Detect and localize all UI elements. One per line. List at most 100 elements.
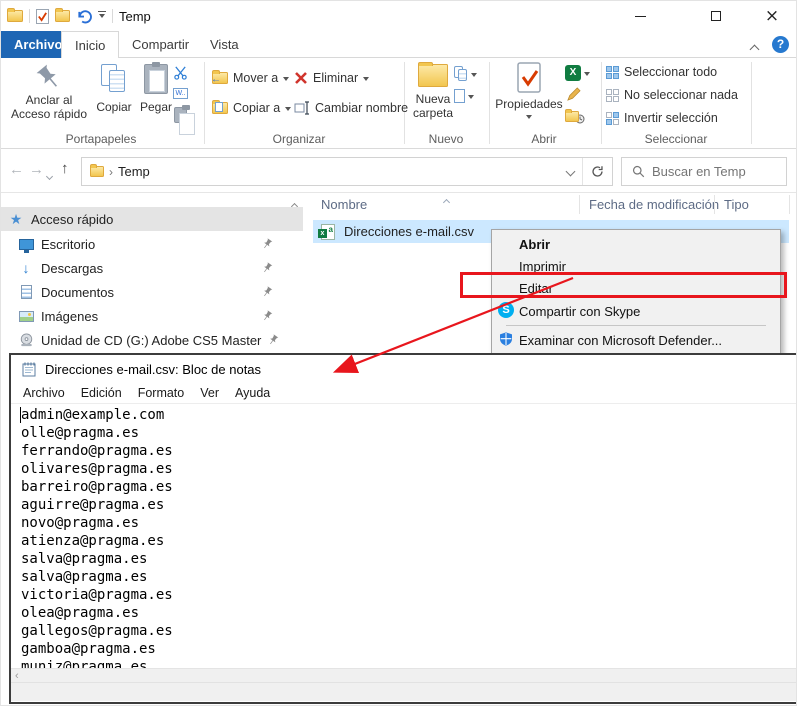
- navigation-pane: ★ Acceso rápido Escritorio ↓ Descargas D…: [1, 193, 304, 353]
- search-input[interactable]: [652, 164, 772, 179]
- scroll-left-icon[interactable]: ‹: [15, 670, 19, 682]
- new-folder-qat-icon[interactable]: [55, 10, 70, 22]
- excel-icon: [565, 65, 581, 81]
- refresh-button[interactable]: [582, 158, 612, 185]
- notepad-title: Direcciones e-mail.csv: Bloc de notas: [45, 362, 261, 377]
- csv-file-icon: [321, 224, 335, 240]
- notepad-menu-archivo[interactable]: Archivo: [15, 386, 73, 400]
- paste-shortcut-button[interactable]: [174, 107, 187, 123]
- paste-button[interactable]: Pegar: [135, 64, 177, 114]
- select-none-button[interactable]: No seleccionar nada: [606, 88, 738, 102]
- new-folder-icon: [418, 64, 448, 87]
- pin-icon[interactable]: [259, 308, 276, 325]
- breadcrumb-separator: ›: [109, 165, 113, 179]
- notepad-menu-ver[interactable]: Ver: [192, 386, 227, 400]
- breadcrumb-path[interactable]: Temp: [118, 164, 150, 179]
- new-folder-button[interactable]: Nueva carpeta: [408, 64, 458, 120]
- menu-item-compartir-skype[interactable]: Compartir con Skype: [492, 299, 780, 323]
- address-bar[interactable]: › Temp: [81, 157, 613, 186]
- delete-button[interactable]: Eliminar: [294, 71, 369, 85]
- text-line: novo@pragma.es: [21, 514, 797, 532]
- group-label-nuevo: Nuevo: [405, 132, 487, 146]
- window-title: Temp: [119, 9, 151, 24]
- sidebar-item-documentos[interactable]: Documentos: [1, 280, 291, 304]
- text-line: olle@pragma.es: [21, 424, 797, 442]
- history-icon: [565, 111, 579, 122]
- text-line: ferrando@pragma.es: [21, 442, 797, 460]
- desktop-icon: [11, 239, 41, 250]
- pin-to-quick-access-button[interactable]: Anclar al Acceso rápido: [7, 63, 91, 121]
- move-to-button[interactable]: ← Mover a: [212, 71, 289, 85]
- sidebar-item-quick-access[interactable]: ★ Acceso rápido: [1, 207, 303, 231]
- quick-access-toolbar: Temp: [7, 7, 151, 25]
- column-header-fecha[interactable]: Fecha de modificación: [589, 197, 719, 212]
- column-header-tipo[interactable]: Tipo: [724, 197, 749, 212]
- pin-icon[interactable]: [265, 332, 282, 349]
- notepad-menu-formato[interactable]: Formato: [130, 386, 193, 400]
- select-all-icon: [606, 66, 619, 79]
- forward-icon[interactable]: →: [29, 161, 44, 178]
- pin-icon[interactable]: [259, 284, 276, 301]
- history-button[interactable]: [565, 108, 585, 124]
- properties-qat-icon[interactable]: [36, 9, 49, 24]
- tab-inicio[interactable]: Inicio: [61, 31, 119, 59]
- paste-shortcut-icon: [174, 107, 187, 123]
- address-bar-row: ← → ↑ › Temp: [1, 149, 797, 193]
- customize-qat-icon[interactable]: [98, 11, 106, 21]
- downloads-icon: ↓: [11, 260, 41, 276]
- menu-item-defender[interactable]: Examinar con Microsoft Defender...: [492, 328, 780, 352]
- sidebar-item-escritorio[interactable]: Escritorio: [1, 232, 291, 256]
- pictures-icon: [11, 311, 41, 322]
- copy-path-button[interactable]: [173, 88, 188, 99]
- text-line: aguirre@pragma.es: [21, 496, 797, 514]
- search-box[interactable]: [621, 157, 787, 186]
- cut-button[interactable]: [173, 65, 188, 80]
- notepad-horizontal-scrollbar[interactable]: ‹: [11, 668, 797, 682]
- up-icon[interactable]: ↑: [61, 160, 69, 177]
- minimize-button[interactable]: [625, 7, 655, 25]
- text-caret: [20, 407, 21, 423]
- pin-icon[interactable]: [259, 260, 276, 277]
- dropdown-caret: [283, 77, 289, 84]
- quick-access-star-icon: ★: [1, 211, 31, 228]
- paste-icon: [144, 64, 168, 94]
- address-dropdown-icon[interactable]: [566, 167, 576, 177]
- invert-selection-button[interactable]: Invertir selección: [606, 111, 718, 125]
- screenshot-root: Temp × Archivo Inicio Compartir Vista ? …: [0, 0, 797, 706]
- sidebar-item-imagenes[interactable]: Imágenes: [1, 304, 291, 328]
- select-all-button[interactable]: Seleccionar todo: [606, 65, 717, 79]
- properties-button[interactable]: Propiedades: [493, 62, 565, 122]
- tab-vista[interactable]: Vista: [197, 31, 252, 58]
- edit-file-button[interactable]: [566, 87, 581, 102]
- copy-to-button[interactable]: Copiar a: [212, 101, 291, 115]
- notepad-text-area[interactable]: admin@example.com olle@pragma.es ferrand…: [11, 404, 797, 668]
- tab-compartir[interactable]: Compartir: [119, 31, 202, 58]
- undo-icon[interactable]: [76, 9, 92, 24]
- new-item-button[interactable]: [454, 66, 477, 82]
- rename-button[interactable]: Cambiar nombre: [294, 101, 408, 115]
- dropdown-caret: [285, 107, 291, 114]
- text-line: victoria@pragma.es: [21, 586, 797, 604]
- cd-drive-icon: [11, 333, 41, 347]
- help-icon[interactable]: ?: [772, 36, 789, 53]
- column-header-nombre[interactable]: Nombre: [321, 197, 367, 212]
- copy-button[interactable]: Copiar: [91, 64, 137, 114]
- open-with-excel-button[interactable]: [565, 65, 590, 81]
- pin-icon[interactable]: [259, 236, 276, 253]
- maximize-button[interactable]: [701, 7, 731, 25]
- file-name: Direcciones e-mail.csv: [344, 224, 474, 239]
- back-icon[interactable]: ←: [9, 161, 24, 178]
- menu-item-abrir[interactable]: Abrir: [492, 233, 780, 255]
- notepad-menu-edicion[interactable]: Edición: [73, 386, 130, 400]
- recent-locations-icon[interactable]: [47, 167, 52, 182]
- documents-icon: [11, 285, 41, 299]
- collapse-ribbon-icon[interactable]: [751, 41, 758, 56]
- easy-access-button[interactable]: [454, 89, 474, 103]
- sidebar-item-cd-drive[interactable]: Unidad de CD (G:) Adobe CS5 Master: [1, 328, 291, 352]
- notepad-menu-ayuda[interactable]: Ayuda: [227, 386, 278, 400]
- sidebar-item-descargas[interactable]: ↓ Descargas: [1, 256, 291, 280]
- defender-shield-icon: [498, 331, 514, 347]
- text-line: olea@pragma.es: [21, 604, 797, 622]
- divider: [489, 62, 490, 144]
- close-button[interactable]: ×: [757, 7, 787, 25]
